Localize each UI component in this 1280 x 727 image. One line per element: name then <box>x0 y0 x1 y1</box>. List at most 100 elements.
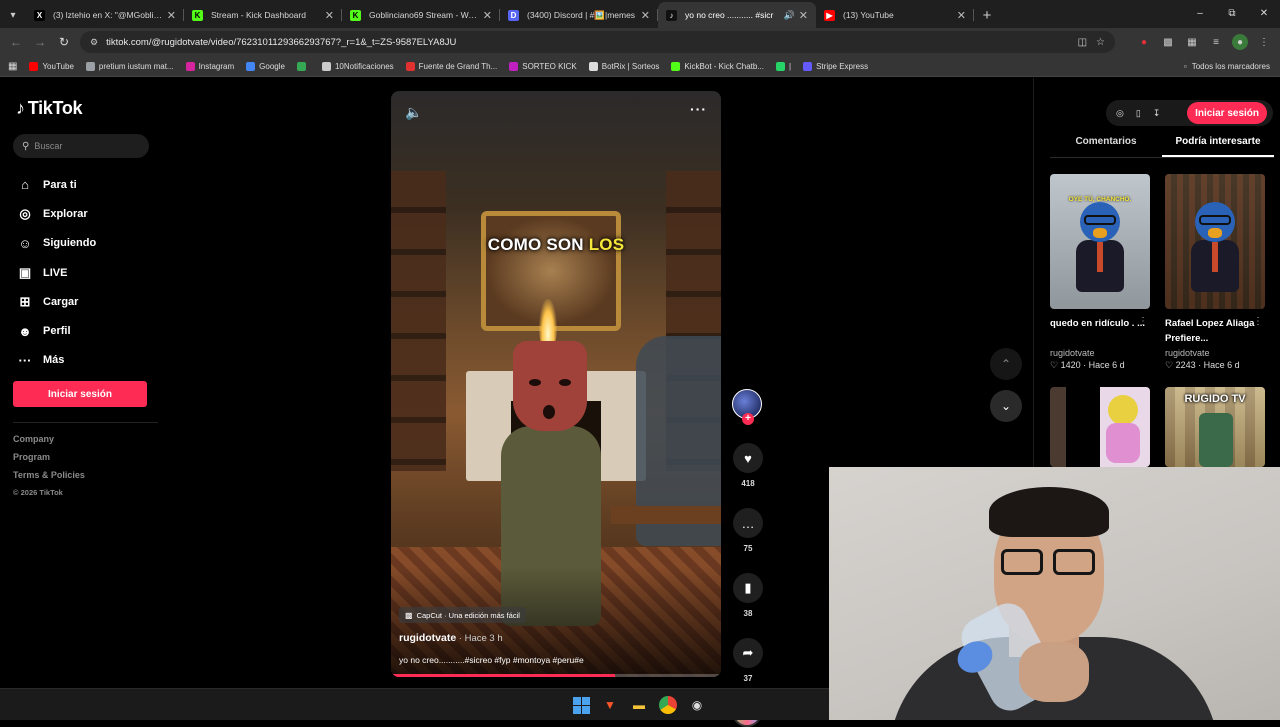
all-bookmarks-folder[interactable]: ▫ Todos los marcadores <box>1184 56 1270 76</box>
bookmark-icon[interactable]: ▮ <box>733 573 763 603</box>
tiktok-logo[interactable]: ♪ TikTok <box>16 98 83 119</box>
card-menu-icon[interactable]: ⋮ <box>1253 316 1263 327</box>
browser-tab[interactable]: K Goblinciano69 Stream - Watch ✕ <box>342 2 500 28</box>
install-app-icon[interactable]: ◫ <box>1078 37 1087 48</box>
bookmark-item[interactable]: Instagram <box>185 61 234 71</box>
browser-tab[interactable]: ♪ yo no creo ........... #sicr 🔊 ✕ <box>658 2 816 28</box>
tab-close-icon[interactable]: ✕ <box>325 9 334 22</box>
nav-item[interactable]: ⌂ Para ti <box>16 170 96 199</box>
card-thumbnail[interactable]: OYE TÚ, CHANCHO. <box>1050 174 1150 309</box>
bookmark-item[interactable]: 10Notificaciones <box>321 61 394 71</box>
nav-item[interactable]: ▣ LIVE <box>16 258 96 287</box>
compass-tool-icon[interactable]: ◎ <box>1116 108 1124 119</box>
profile-avatar-icon[interactable]: ● <box>1232 34 1248 50</box>
next-video-chevron-down-icon[interactable]: ⌄ <box>990 390 1022 422</box>
bookmark-item[interactable]: SORTEO KICK <box>509 61 577 71</box>
chrome-icon[interactable] <box>659 696 677 714</box>
minimize-icon[interactable]: – <box>1184 0 1216 28</box>
nav-item[interactable]: ◎ Explorar <box>16 199 96 228</box>
tab-close-icon[interactable]: ✕ <box>641 9 650 22</box>
volume-icon[interactable]: 🔈 <box>405 104 422 121</box>
like-heart-icon[interactable]: ♥ <box>733 443 763 473</box>
new-tab-button[interactable]: + <box>974 2 1000 28</box>
download-icon[interactable]: ↧ <box>1153 108 1161 119</box>
tab-audio-icon[interactable]: 🔊 <box>784 10 795 21</box>
file-explorer-icon[interactable]: ▬ <box>630 696 648 714</box>
extensions-puzzle-icon[interactable]: ▦ <box>1184 34 1200 50</box>
search-input[interactable]: ⚲ Buscar <box>13 134 149 158</box>
extension-icon[interactable]: ▩ <box>1160 34 1176 50</box>
bookmark-favicon-icon <box>776 61 786 71</box>
share-arrow-icon[interactable]: ➦ <box>733 638 763 668</box>
login-button[interactable]: Iniciar sesión <box>13 381 147 407</box>
capcut-badge[interactable]: ▩ CapCut · Una edición más fácil <box>399 607 526 623</box>
bookmark-item[interactable]: Stripe Express <box>803 61 868 71</box>
bookmark-item[interactable] <box>296 61 310 71</box>
tab-search-icon[interactable]: ▾ <box>0 2 26 28</box>
recommended-card[interactable]: OYE TÚ, CHANCHO. ⋮ quedo en ridículo . .… <box>1050 174 1150 371</box>
footer-link-terms[interactable]: Terms & Policies <box>13 470 85 488</box>
tab-close-icon[interactable]: ✕ <box>483 9 492 22</box>
browser-tab[interactable]: D (3400) Discord | #🖼️|memes ✕ <box>500 2 658 28</box>
more-options-icon[interactable]: ··· <box>690 101 707 117</box>
apps-icon[interactable]: ▦ <box>8 61 17 72</box>
feed-navigation: ⌃ ⌄ <box>990 348 1022 432</box>
reload-icon[interactable]: ↻ <box>52 35 76 49</box>
back-icon[interactable]: ← <box>4 35 28 49</box>
bookmark-item[interactable]: pretium iustum mat... <box>85 61 174 71</box>
footer-link-company[interactable]: Company <box>13 434 85 452</box>
nav-label: Explorar <box>43 207 88 220</box>
video-progress-bar[interactable] <box>391 674 721 677</box>
video-player[interactable]: COMO SON LOS 🔈 ··· ▩ CapCut · Una edició… <box>391 91 721 677</box>
recommended-card[interactable]: ⋮ Rafael Lopez Aliaga Prefiere... rugido… <box>1165 174 1265 371</box>
browser-tab[interactable]: X (3) lztehio en X: "@MGoblincia ✕ <box>26 2 184 28</box>
recommended-card[interactable]: RUGIDO TV <box>1165 387 1265 467</box>
card-menu-icon[interactable]: ⋮ <box>1138 316 1148 327</box>
windows-start-icon[interactable] <box>572 696 590 714</box>
nav-item[interactable]: ☺ Siguiendo <box>16 229 96 258</box>
nav-item[interactable]: ··· Más <box>16 346 96 375</box>
tab-comments[interactable]: Comentarios <box>1050 136 1162 157</box>
close-window-icon[interactable]: ✕ <box>1248 0 1280 28</box>
card-thumbnail[interactable]: RUGIDO TV <box>1165 387 1265 467</box>
bookmark-item[interactable]: Fuente de Grand Th... <box>405 61 497 71</box>
nav-item[interactable]: ☻ Perfil <box>16 316 96 345</box>
heart-outline-icon: ♡ <box>1050 360 1059 370</box>
follow-plus-icon[interactable]: + <box>742 413 754 425</box>
bookmark-item[interactable]: Google <box>246 61 285 71</box>
nav-item[interactable]: ⊞ Cargar <box>16 287 96 316</box>
bookmark-item[interactable]: BotRix | Sorteos <box>588 61 659 71</box>
comment-icon[interactable]: … <box>733 508 763 538</box>
footer-link-program[interactable]: Program <box>13 452 85 470</box>
site-info-icon[interactable]: ⚙ <box>90 37 98 48</box>
chrome-menu-icon[interactable]: ⋮ <box>1256 34 1272 50</box>
card-thumbnail[interactable] <box>1050 387 1150 467</box>
bookmark-item[interactable]: KickBot - Kick Chatb... <box>671 61 764 71</box>
reading-list-icon[interactable]: ≡ <box>1208 34 1224 50</box>
tab-close-icon[interactable]: ✕ <box>957 9 966 22</box>
creator-avatar[interactable]: + <box>732 389 762 425</box>
tab-close-icon[interactable]: ✕ <box>799 9 808 22</box>
browser-tab[interactable]: ▶ (13) YouTube ✕ <box>816 2 974 28</box>
restore-icon[interactable]: ⧉ <box>1216 0 1248 28</box>
bookmark-label: Google <box>259 61 285 71</box>
url-text[interactable]: tiktok.com/@rugidotvate/video/7623101129… <box>106 37 456 48</box>
bookmark-item[interactable]: | <box>776 61 791 71</box>
recommended-card[interactable] <box>1050 387 1150 467</box>
tab-favicon-icon: K <box>350 9 361 21</box>
login-button-top[interactable]: Iniciar sesión <box>1187 102 1267 124</box>
address-bar[interactable]: ⚙ tiktok.com/@rugidotvate/video/76231011… <box>80 31 1115 53</box>
forward-icon[interactable]: → <box>28 35 52 49</box>
extension-red-icon[interactable]: ● <box>1136 34 1152 50</box>
obs-icon[interactable]: ◉ <box>688 696 706 714</box>
video-author[interactable]: rugidotvate · Hace 3 h <box>399 632 503 644</box>
card-thumbnail[interactable] <box>1165 174 1265 309</box>
bookmark-star-icon[interactable]: ☆ <box>1096 37 1105 48</box>
bookmark-item[interactable]: YouTube <box>29 61 74 71</box>
tab-close-icon[interactable]: ✕ <box>167 9 176 22</box>
tab-recommended[interactable]: Podría interesarte <box>1162 136 1274 157</box>
brave-browser-icon[interactable]: ▼ <box>601 696 619 714</box>
previous-video-chevron-up-icon[interactable]: ⌃ <box>990 348 1022 380</box>
browser-tab[interactable]: K Stream - Kick Dashboard ✕ <box>184 2 342 28</box>
device-icon[interactable]: ▯ <box>1136 108 1141 119</box>
